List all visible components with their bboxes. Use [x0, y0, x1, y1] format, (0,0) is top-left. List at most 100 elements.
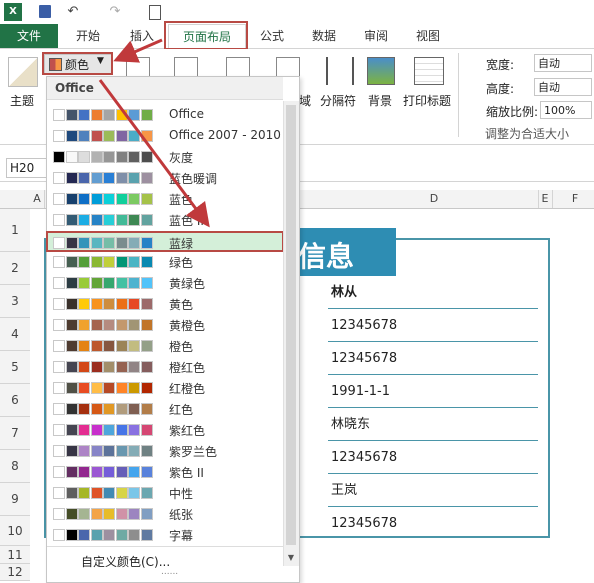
table-cell[interactable]: 12345678: [328, 507, 538, 540]
print-titles-icon[interactable]: [414, 57, 444, 85]
redo-icon[interactable]: ↷: [106, 3, 124, 21]
theme-item[interactable]: 紫罗兰色: [48, 441, 284, 462]
color-swatch: [78, 424, 90, 436]
tab-view[interactable]: 视图: [406, 24, 450, 48]
theme-item[interactable]: 蓝色 II: [48, 210, 284, 231]
color-swatch: [65, 445, 78, 457]
scroll-down-icon[interactable]: ▼: [286, 553, 296, 562]
theme-item[interactable]: 黄橙色: [48, 315, 284, 336]
color-swatch: [65, 256, 78, 268]
row-header[interactable]: 2: [0, 252, 30, 285]
tab-formulas[interactable]: 公式: [250, 24, 294, 48]
theme-item[interactable]: Office 2007 - 2010: [48, 126, 284, 147]
color-swatch: [65, 151, 78, 163]
row-header[interactable]: 9: [0, 483, 30, 516]
color-swatch: [65, 340, 78, 352]
tab-file[interactable]: 文件: [0, 24, 58, 48]
custom-colors-menu-item[interactable]: 自定义颜色(C)...: [81, 553, 170, 570]
theme-item[interactable]: 红橙色: [48, 378, 284, 399]
theme-item[interactable]: 中性: [48, 483, 284, 504]
scroll-thumb[interactable]: [286, 105, 296, 545]
theme-item[interactable]: 灰度: [48, 147, 284, 168]
color-swatch: [140, 361, 153, 373]
column-f-header[interactable]: F: [560, 190, 590, 208]
row-header[interactable]: 4: [0, 318, 30, 351]
theme-item[interactable]: 纸张: [48, 504, 284, 525]
table-cell[interactable]: 林从: [328, 276, 538, 309]
color-swatch: [90, 277, 103, 289]
theme-item[interactable]: 绿色: [48, 252, 284, 273]
background-icon[interactable]: [367, 57, 395, 85]
theme-item[interactable]: 黄色: [48, 294, 284, 315]
color-swatch: [128, 424, 140, 436]
theme-item[interactable]: 蓝绿: [46, 231, 284, 252]
fit-group-label: 调整为合适大小: [485, 127, 570, 141]
color-swatch: [103, 319, 115, 331]
theme-item[interactable]: 橙色: [48, 336, 284, 357]
table-cell[interactable]: 12345678: [328, 342, 538, 375]
print-preview-icon[interactable]: [146, 3, 164, 21]
theme-item[interactable]: 紫红色: [48, 420, 284, 441]
color-swatch: [53, 487, 65, 499]
color-swatch: [128, 277, 140, 289]
color-swatch: [128, 214, 140, 226]
theme-icon[interactable]: [8, 57, 38, 87]
theme-item[interactable]: 橙红色: [48, 357, 284, 378]
resize-grip[interactable]: ......: [161, 567, 178, 577]
row-header[interactable]: 6: [0, 384, 30, 417]
color-swatch: [90, 445, 103, 457]
column-a-header[interactable]: A: [30, 190, 45, 208]
tab-review[interactable]: 审阅: [354, 24, 398, 48]
color-swatch: [90, 508, 103, 520]
table-cell[interactable]: 12345678: [328, 309, 538, 342]
theme-item[interactable]: Office: [48, 105, 284, 126]
title-banner[interactable]: 信息: [290, 228, 396, 276]
theme-item[interactable]: 字幕: [48, 525, 284, 546]
tab-home[interactable]: 开始: [66, 24, 110, 48]
color-swatch: [90, 109, 103, 121]
color-swatch: [103, 487, 115, 499]
color-swatch: [140, 466, 153, 478]
theme-item[interactable]: 蓝色: [48, 189, 284, 210]
undo-icon[interactable]: ↶: [64, 3, 82, 21]
theme-item[interactable]: 黄绿色: [48, 273, 284, 294]
color-swatch: [53, 151, 65, 163]
name-box[interactable]: H20: [6, 158, 47, 178]
color-swatch: [90, 361, 103, 373]
color-swatch: [65, 382, 78, 394]
column-d-header[interactable]: D: [330, 190, 539, 208]
color-swatch: [53, 508, 65, 520]
table-cell[interactable]: 12345678: [328, 441, 538, 474]
color-swatch: [65, 487, 78, 499]
tab-data[interactable]: 数据: [302, 24, 346, 48]
row-header[interactable]: 1: [0, 209, 30, 252]
theme-label: 红橙色: [169, 382, 206, 396]
color-swatch: [90, 403, 103, 415]
row-header[interactable]: 12: [0, 564, 30, 581]
row-header[interactable]: 3: [0, 285, 30, 318]
row-header[interactable]: 10: [0, 516, 30, 546]
table-cell[interactable]: 1991-1-1: [328, 375, 538, 408]
scale-input[interactable]: 100%: [540, 101, 592, 119]
color-swatch: [115, 193, 128, 205]
table-cell[interactable]: 王岚: [328, 474, 538, 507]
theme-item[interactable]: 蓝色暖调: [48, 168, 284, 189]
color-swatch: [78, 529, 90, 541]
tab-insert[interactable]: 插入: [120, 24, 164, 48]
save-icon[interactable]: [36, 3, 54, 21]
row-header[interactable]: 5: [0, 351, 30, 384]
breaks-icon[interactable]: [326, 57, 354, 85]
color-swatch: [103, 214, 115, 226]
row-header[interactable]: 11: [0, 546, 30, 564]
row-header[interactable]: 7: [0, 417, 30, 450]
theme-item[interactable]: 紫色 II: [48, 462, 284, 483]
width-select[interactable]: 自动: [534, 54, 592, 72]
dropdown-scrollbar[interactable]: ▼: [283, 101, 299, 566]
column-e-header[interactable]: E: [538, 190, 553, 208]
height-select[interactable]: 自动: [534, 78, 592, 96]
color-swatch: [115, 130, 128, 142]
theme-item[interactable]: 红色: [48, 399, 284, 420]
color-swatch: [140, 237, 153, 249]
table-cell[interactable]: 林晓东: [328, 408, 538, 441]
row-header[interactable]: 8: [0, 450, 30, 483]
